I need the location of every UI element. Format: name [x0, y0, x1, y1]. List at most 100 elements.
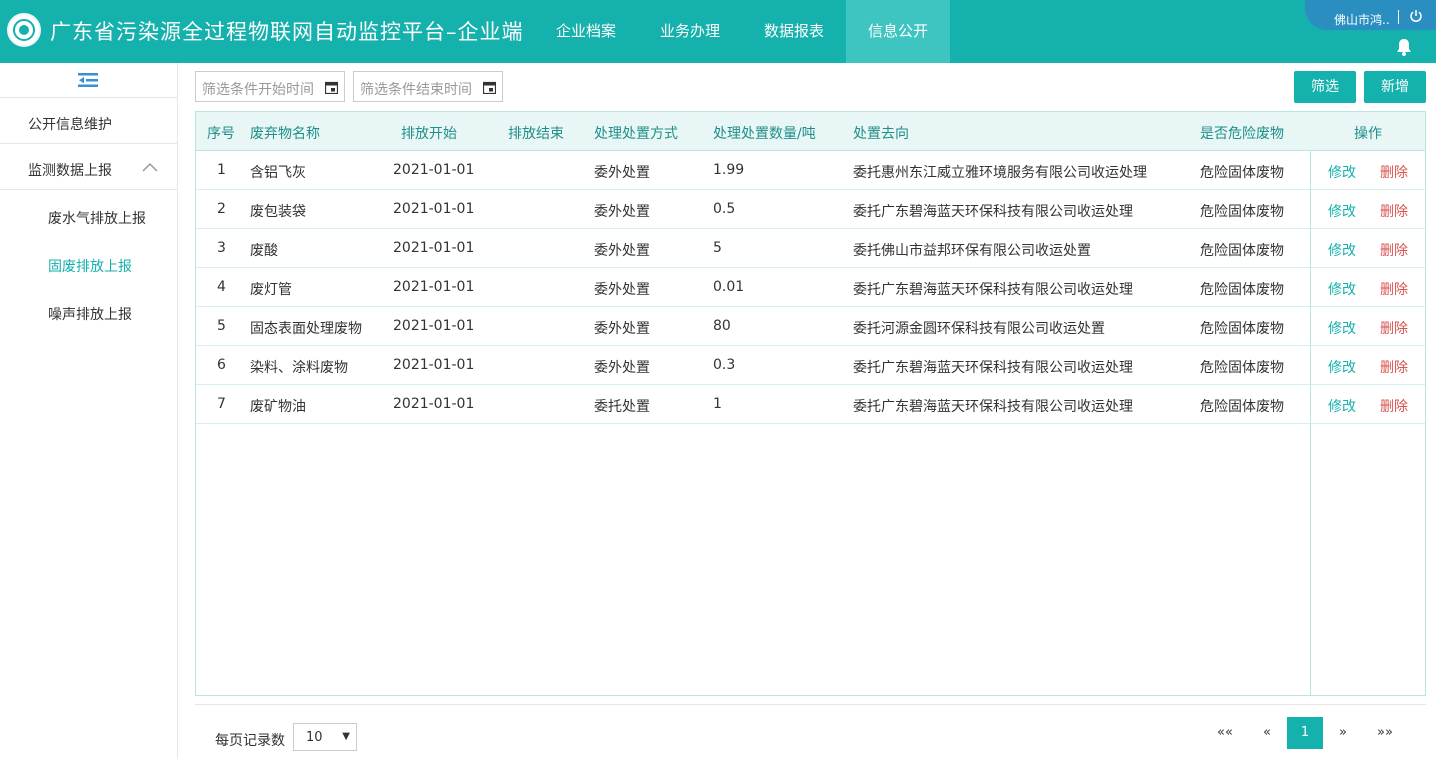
- bell-icon[interactable]: [1394, 37, 1414, 57]
- col-header-end: 排放结束: [508, 126, 564, 142]
- cell-hazard: 危险固体废物: [1200, 243, 1284, 259]
- table-row: 6 染料、涂料废物 2021-01-01 委外处置 0.3 委托广东碧海蓝天环保…: [196, 346, 1425, 385]
- divider: [0, 189, 177, 190]
- table-row: 5 固态表面处理废物 2021-01-01 委外处置 80 委托河源金圆环保科技…: [196, 307, 1425, 346]
- calendar-icon[interactable]: [483, 81, 496, 94]
- sidebar-subitem-solid-waste[interactable]: 固废排放上报: [48, 256, 132, 276]
- delete-link[interactable]: 删除: [1380, 396, 1408, 416]
- cell-start: 2021-01-01: [393, 357, 475, 373]
- delete-link[interactable]: 删除: [1380, 279, 1408, 299]
- cell-no: 1: [217, 162, 226, 178]
- page-size-select[interactable]: 10 ▼: [293, 723, 357, 751]
- add-button[interactable]: 新增: [1364, 71, 1426, 103]
- cell-no: 2: [217, 201, 226, 217]
- cell-method: 委外处置: [594, 204, 650, 220]
- delete-link[interactable]: 删除: [1380, 240, 1408, 260]
- logo-emblem: [7, 13, 41, 47]
- cell-destination: 委托广东碧海蓝天环保科技有限公司收运处理: [853, 360, 1133, 376]
- cell-name: 废包装袋: [250, 204, 306, 220]
- delete-link[interactable]: 删除: [1380, 201, 1408, 221]
- col-header-hazard: 是否危险废物: [1200, 126, 1284, 142]
- col-header-start: 排放开始: [401, 126, 457, 142]
- page-size-label: 每页记录数: [215, 733, 285, 749]
- cell-no: 6: [217, 357, 226, 373]
- cell-qty: 1.99: [713, 162, 745, 178]
- delete-link[interactable]: 删除: [1380, 162, 1408, 182]
- table-row: 2 废包装袋 2021-01-01 委外处置 0.5 委托广东碧海蓝天环保科技有…: [196, 190, 1425, 229]
- cell-method: 委外处置: [594, 321, 650, 337]
- chevron-up-icon[interactable]: [141, 161, 159, 173]
- nav-data-reports[interactable]: 数据报表: [742, 0, 846, 63]
- cell-no: 4: [217, 279, 226, 295]
- cell-no: 5: [217, 318, 226, 334]
- next-page-button[interactable]: »: [1325, 717, 1361, 749]
- prev-page-button[interactable]: «: [1249, 717, 1285, 749]
- delete-link[interactable]: 删除: [1380, 318, 1408, 338]
- start-date-input[interactable]: 筛选条件开始时间: [195, 71, 345, 102]
- cell-hazard: 危险固体废物: [1200, 204, 1284, 220]
- cell-qty: 0.5: [713, 201, 736, 217]
- nav-enterprise-archive[interactable]: 企业档案: [534, 0, 638, 63]
- cell-name: 废灯管: [250, 282, 292, 298]
- sidebar-item-public-info[interactable]: 公开信息维护: [28, 114, 112, 134]
- edit-link[interactable]: 修改: [1328, 396, 1356, 416]
- cell-qty: 0.3: [713, 357, 736, 373]
- cell-destination: 委托广东碧海蓝天环保科技有限公司收运处理: [853, 399, 1133, 415]
- cell-no: 7: [217, 396, 226, 412]
- sidebar-subitem-noise[interactable]: 噪声排放上报: [48, 304, 132, 324]
- cell-destination: 委托惠州东江威立雅环境服务有限公司收运处理: [853, 165, 1147, 181]
- cell-start: 2021-01-01: [393, 201, 475, 217]
- caret-down-icon: ▼: [342, 731, 350, 742]
- edit-link[interactable]: 修改: [1328, 357, 1356, 377]
- cell-name: 染料、涂料废物: [250, 360, 348, 376]
- cell-hazard: 危险固体废物: [1200, 399, 1284, 415]
- cell-hazard: 危险固体废物: [1200, 165, 1284, 181]
- last-page-button[interactable]: »»: [1367, 717, 1403, 749]
- col-header-qty: 处理处置数量/吨: [713, 126, 816, 142]
- sidebar-subitem-water-gas[interactable]: 废水气排放上报: [48, 208, 146, 228]
- cell-name: 固态表面处理废物: [250, 321, 362, 337]
- end-date-input[interactable]: 筛选条件结束时间: [353, 71, 503, 102]
- first-page-button[interactable]: ««: [1207, 717, 1243, 749]
- cell-no: 3: [217, 240, 226, 256]
- cell-method: 委外处置: [594, 360, 650, 376]
- cell-hazard: 危险固体废物: [1200, 360, 1284, 376]
- cell-name: 废酸: [250, 243, 278, 259]
- cell-start: 2021-01-01: [393, 318, 475, 334]
- divider: [1398, 10, 1399, 24]
- cell-hazard: 危险固体废物: [1200, 282, 1284, 298]
- edit-link[interactable]: 修改: [1328, 318, 1356, 338]
- cell-start: 2021-01-01: [393, 240, 475, 256]
- edit-link[interactable]: 修改: [1328, 279, 1356, 299]
- cell-method: 委外处置: [594, 243, 650, 259]
- menu-collapse-icon[interactable]: [78, 72, 98, 88]
- cell-start: 2021-01-01: [393, 162, 475, 178]
- cell-destination: 委托广东碧海蓝天环保科技有限公司收运处理: [853, 282, 1133, 298]
- calendar-icon[interactable]: [325, 81, 338, 94]
- edit-link[interactable]: 修改: [1328, 201, 1356, 221]
- cell-qty: 80: [713, 318, 731, 334]
- col-header-actions: 操作: [1354, 126, 1382, 142]
- edit-link[interactable]: 修改: [1328, 240, 1356, 260]
- power-icon[interactable]: [1409, 9, 1423, 23]
- cell-qty: 1: [713, 396, 722, 412]
- edit-link[interactable]: 修改: [1328, 162, 1356, 182]
- actions-column-divider: [1310, 151, 1311, 696]
- sidebar-item-monitoring-report[interactable]: 监测数据上报: [28, 160, 112, 180]
- page-button-current[interactable]: 1: [1287, 717, 1323, 749]
- filter-button[interactable]: 筛选: [1294, 71, 1356, 103]
- divider: [195, 704, 1426, 705]
- cell-name: 含铝飞灰: [250, 165, 306, 181]
- cell-start: 2021-01-01: [393, 396, 475, 412]
- start-date-placeholder: 筛选条件开始时间: [202, 82, 314, 98]
- cell-method: 委外处置: [594, 282, 650, 298]
- top-header: 广东省污染源全过程物联网自动监控平台–企业端 企业档案 业务办理 数据报表 信息…: [0, 0, 1436, 63]
- cell-start: 2021-01-01: [393, 279, 475, 295]
- nav-info-disclosure[interactable]: 信息公开: [846, 0, 951, 63]
- sidebar: 公开信息维护 监测数据上报 废水气排放上报 固废排放上报 噪声排放上报: [0, 63, 178, 759]
- cell-destination: 委托河源金圆环保科技有限公司收运处置: [853, 321, 1105, 337]
- delete-link[interactable]: 删除: [1380, 357, 1408, 377]
- cell-destination: 委托佛山市益邦环保有限公司收运处置: [853, 243, 1091, 259]
- nav-business[interactable]: 业务办理: [638, 0, 742, 63]
- user-name[interactable]: 佛山市鸿..: [1334, 11, 1390, 28]
